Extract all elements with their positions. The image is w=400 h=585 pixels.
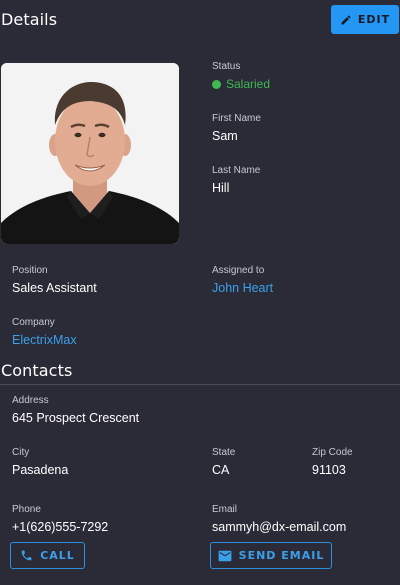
send-email-button-label: SEND EMAIL <box>238 549 325 562</box>
zip-value: 91103 <box>312 463 346 477</box>
position-label: Position <box>12 265 48 276</box>
first-name-label: First Name <box>212 113 261 124</box>
call-button[interactable]: CALL <box>10 542 85 569</box>
email-value: sammyh@dx-email.com <box>212 520 347 534</box>
phone-value: +1(626)555-7292 <box>12 520 109 534</box>
state-label: State <box>212 447 236 458</box>
edit-button[interactable]: EDIT <box>331 5 399 34</box>
zip-label: Zip Code <box>312 447 353 458</box>
email-label: Email <box>212 504 238 515</box>
edit-button-label: EDIT <box>357 13 391 26</box>
status-value: Salaried <box>226 77 271 91</box>
assigned-to-label: Assigned to <box>212 265 265 276</box>
call-button-label: CALL <box>40 549 75 562</box>
state-value: CA <box>212 463 230 477</box>
mail-icon <box>218 550 232 561</box>
status-badge: Salaried <box>212 77 270 91</box>
assigned-to-link[interactable]: John Heart <box>212 281 273 295</box>
status-dot-icon <box>212 79 221 89</box>
phone-icon <box>21 550 32 561</box>
position-value: Sales Assistant <box>12 281 97 295</box>
phone-label: Phone <box>12 504 41 515</box>
details-title: Details <box>1 10 58 29</box>
address-value: 645 Prospect Crescent <box>12 411 140 425</box>
first-name-value: Sam <box>212 129 238 143</box>
company-link[interactable]: ElectrixMax <box>12 333 77 347</box>
section-divider <box>0 384 400 385</box>
city-value: Pasadena <box>12 463 69 477</box>
employee-photo <box>1 63 179 244</box>
last-name-value: Hill <box>212 181 230 195</box>
send-email-button[interactable]: SEND EMAIL <box>210 542 332 569</box>
last-name-label: Last Name <box>212 165 261 176</box>
contacts-title: Contacts <box>1 361 73 380</box>
pencil-icon <box>341 14 351 24</box>
status-label: Status <box>212 61 241 72</box>
address-label: Address <box>12 395 49 406</box>
city-label: City <box>12 447 30 458</box>
company-label: Company <box>12 317 55 328</box>
